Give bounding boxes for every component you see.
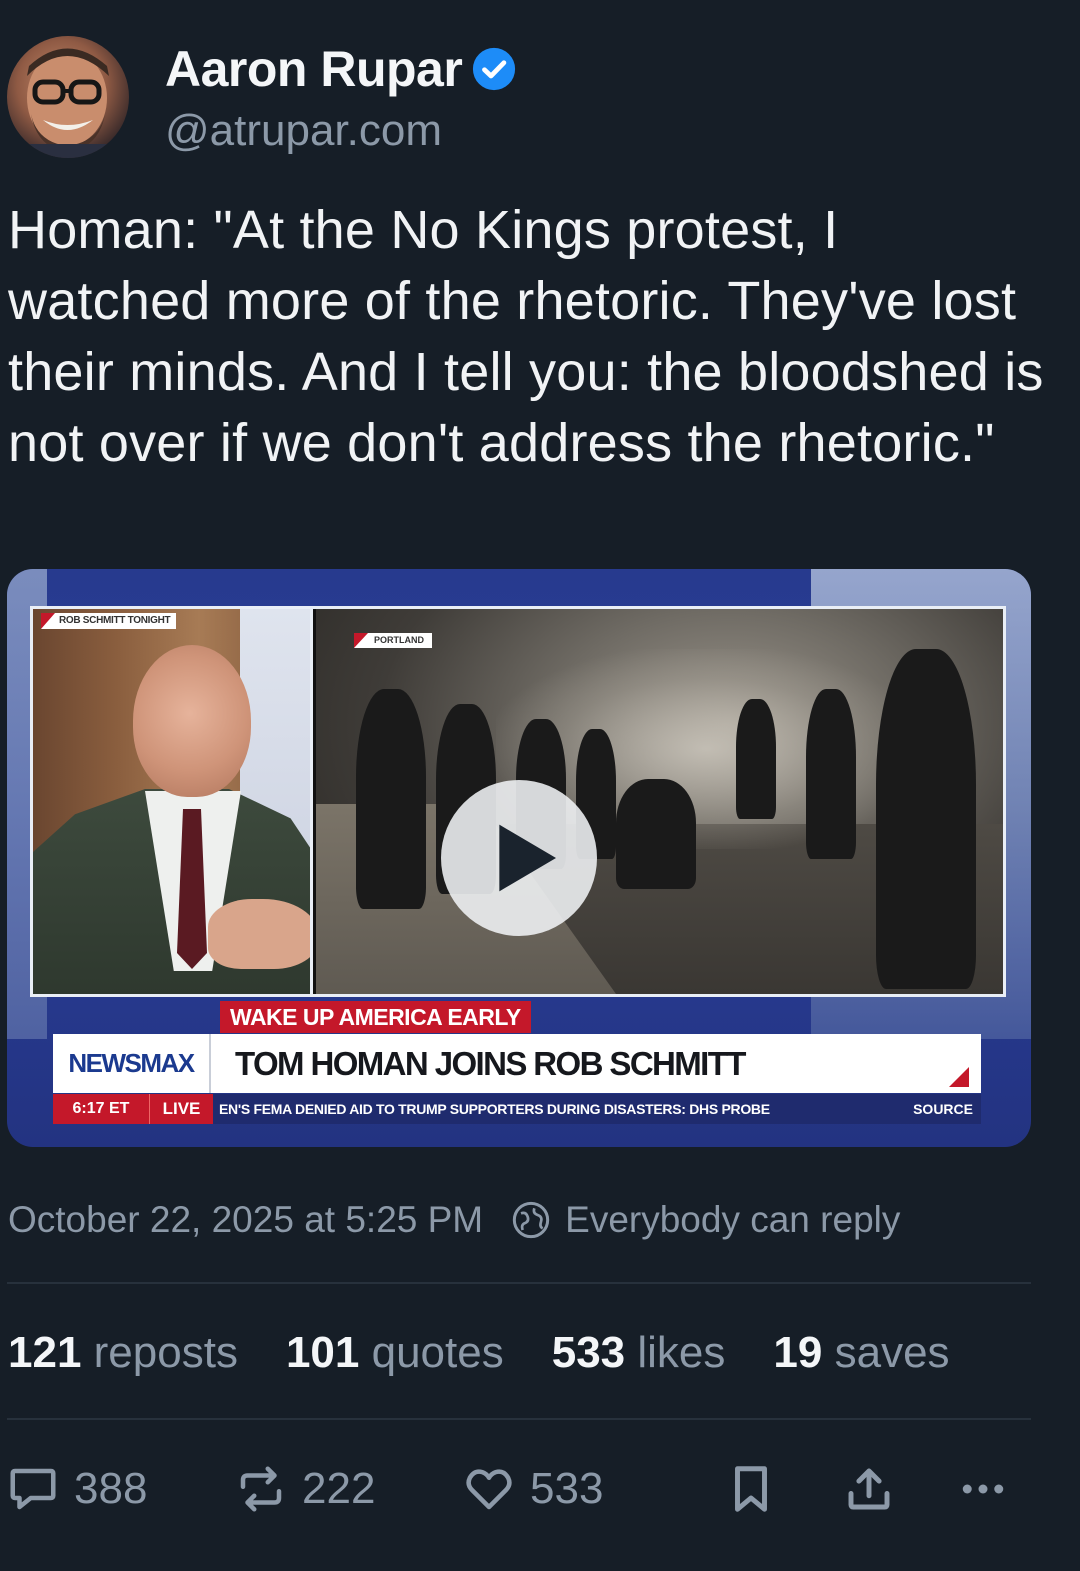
- broadcast-time: 6:17 ET: [53, 1094, 149, 1124]
- heart-icon: [466, 1469, 512, 1510]
- post-meta: October 22, 2025 at 5:25 PM Everybody ca…: [8, 1199, 900, 1241]
- globe-icon: [512, 1201, 550, 1239]
- officer-figure: [806, 689, 856, 859]
- show-tag: ROB SCHMITT TONIGHT: [41, 613, 177, 629]
- lower-third-headline: TOM HOMAN JOINS ROB SCHMITT: [235, 1044, 746, 1082]
- lower-third-bar: NEWSMAX TOM HOMAN JOINS ROB SCHMITT: [53, 1034, 981, 1093]
- live-badge: LIVE: [149, 1094, 213, 1124]
- corner-accent: [949, 1067, 969, 1087]
- play-icon: [499, 824, 556, 892]
- author-display-name[interactable]: Aaron Rupar: [165, 40, 463, 98]
- officer-figure: [616, 779, 696, 889]
- author-name-row: Aaron Rupar: [165, 40, 516, 98]
- officer-figure: [356, 689, 426, 909]
- reply-setting[interactable]: Everybody can reply: [565, 1199, 900, 1241]
- guest-pane: ROB SCHMITT TONIGHT: [33, 609, 313, 994]
- comment-icon: [10, 1468, 56, 1510]
- officer-figure: [736, 699, 776, 819]
- ticker-text: EN'S FEMA DENIED AID TO TRUMP SUPPORTERS…: [219, 1101, 770, 1117]
- post-detail: Aaron Rupar @atrupar.com Homan: "At the …: [0, 0, 1080, 1571]
- repost-button[interactable]: 222: [234, 1462, 375, 1516]
- author-avatar[interactable]: [7, 36, 129, 158]
- more-icon: [962, 1484, 1004, 1494]
- action-bar: 388 222 533: [6, 1462, 1030, 1522]
- news-ticker: 6:17 ET LIVE EN'S FEMA DENIED AID TO TRU…: [53, 1094, 981, 1124]
- post-text: Homan: "At the No Kings protest, I watch…: [8, 200, 1044, 473]
- network-logo: NEWSMAX: [53, 1034, 211, 1093]
- location-tag: PORTLAND: [354, 633, 432, 648]
- guest-hand: [208, 899, 310, 969]
- program-label: WAKE UP AMERICA EARLY: [220, 1001, 531, 1033]
- share-icon: [848, 1468, 890, 1510]
- post-timestamp[interactable]: October 22, 2025 at 5:25 PM: [8, 1199, 483, 1241]
- officer-figure: [876, 649, 976, 989]
- avatar-photo-icon: [7, 48, 129, 158]
- verified-badge-icon: [473, 47, 516, 91]
- video-embed[interactable]: ROB SCHMITT TONIGHT PORTLAND WAKE UP AME…: [7, 569, 1031, 1147]
- engagement-stats: 121 reposts 101 quotes 533 likes 19 save…: [8, 1328, 950, 1378]
- guest-head: [133, 645, 251, 797]
- protest-footage-pane: PORTLAND: [316, 609, 1003, 994]
- divider: [7, 1282, 1031, 1284]
- like-button[interactable]: 533: [462, 1462, 603, 1516]
- repost-icon: [240, 1466, 282, 1512]
- bookmark-icon: [735, 1466, 767, 1512]
- bookmark-button[interactable]: [724, 1462, 778, 1516]
- play-button[interactable]: [441, 780, 597, 936]
- more-options-button[interactable]: [956, 1462, 1010, 1516]
- stat-saves[interactable]: 19 saves: [773, 1328, 949, 1378]
- divider: [7, 1418, 1031, 1420]
- share-button[interactable]: [842, 1462, 896, 1516]
- stat-likes[interactable]: 533 likes: [552, 1328, 726, 1378]
- like-count: 533: [530, 1464, 604, 1513]
- author-handle[interactable]: @atrupar.com: [165, 106, 442, 156]
- ticker-source: SOURCE: [913, 1101, 973, 1117]
- stat-quotes[interactable]: 101 quotes: [286, 1328, 504, 1378]
- reply-count: 388: [74, 1464, 148, 1513]
- stat-reposts[interactable]: 121 reposts: [8, 1328, 238, 1378]
- reply-button[interactable]: 388: [6, 1462, 147, 1516]
- repost-count: 222: [302, 1464, 376, 1513]
